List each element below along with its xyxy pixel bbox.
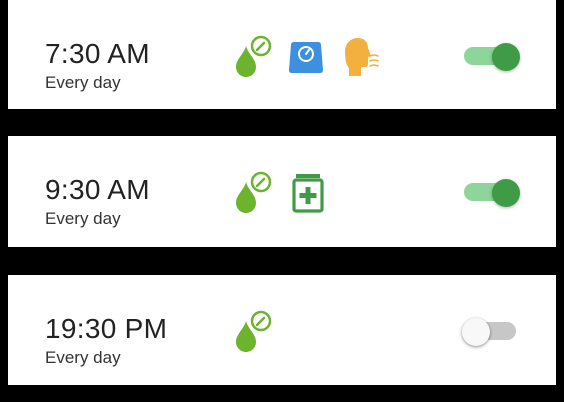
- reminder-toggle[interactable]: [462, 179, 520, 207]
- reminder-type-icons: [232, 309, 272, 355]
- blood-glucose-icon: [236, 171, 272, 213]
- reminder-repeat: Every day: [45, 348, 121, 367]
- toggle-thumb[interactable]: [462, 318, 490, 346]
- weight-scale-icon: [289, 42, 323, 73]
- toggle-thumb[interactable]: [492, 43, 520, 71]
- breath-icon: [345, 38, 379, 76]
- reminder-card[interactable]: 9:30 AM Every day: [8, 136, 556, 247]
- reminder-type-icons: [232, 170, 326, 216]
- blood-glucose-icon: [236, 35, 272, 77]
- reminder-toggle[interactable]: [462, 43, 520, 71]
- toggle-thumb[interactable]: [492, 179, 520, 207]
- reminder-time: 9:30 AM: [45, 174, 150, 205]
- medication-icon: [292, 174, 324, 213]
- reminder-time: 19:30 PM: [45, 313, 168, 344]
- reminder-repeat: Every day: [45, 209, 121, 228]
- reminder-toggle[interactable]: [462, 318, 520, 346]
- reminder-type-icons: [232, 34, 380, 80]
- reminder-time: 7:30 AM: [45, 38, 150, 69]
- reminder-repeat: Every day: [45, 73, 121, 92]
- blood-glucose-icon: [236, 310, 272, 352]
- reminder-card[interactable]: 19:30 PM Every day: [8, 275, 556, 385]
- reminder-card[interactable]: 7:30 AM Every day: [8, 0, 556, 109]
